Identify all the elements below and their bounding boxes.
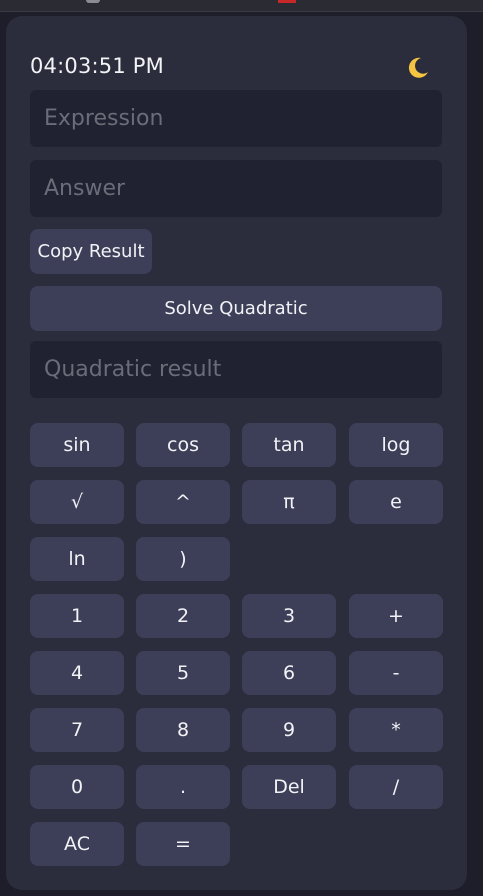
key-9[interactable]: 9 bbox=[242, 708, 336, 752]
key-8[interactable]: 8 bbox=[136, 708, 230, 752]
key-close-paren[interactable]: ) bbox=[136, 537, 230, 581]
answer-field[interactable] bbox=[30, 160, 442, 217]
key-sin[interactable]: sin bbox=[30, 423, 124, 467]
key-6[interactable]: 6 bbox=[242, 651, 336, 695]
answer-input[interactable] bbox=[42, 175, 430, 202]
key-5[interactable]: 5 bbox=[136, 651, 230, 695]
key-minus[interactable]: - bbox=[349, 651, 443, 695]
key-equals[interactable]: = bbox=[136, 822, 230, 866]
key-2[interactable]: 2 bbox=[136, 594, 230, 638]
calculator-card: 04:03:51 PM Copy Result Solve Quadratic … bbox=[6, 16, 467, 890]
crescent-moon-icon bbox=[408, 57, 428, 78]
tab-marker-red bbox=[278, 0, 296, 3]
key-multiply[interactable]: * bbox=[349, 708, 443, 752]
key-ln[interactable]: ln bbox=[30, 537, 124, 581]
key-sqrt[interactable]: √ bbox=[30, 480, 124, 524]
copy-result-button[interactable]: Copy Result bbox=[30, 229, 152, 274]
key-power[interactable]: ^ bbox=[136, 480, 230, 524]
key-plus[interactable]: + bbox=[349, 594, 443, 638]
key-1[interactable]: 1 bbox=[30, 594, 124, 638]
solve-quadratic-button[interactable]: Solve Quadratic bbox=[30, 286, 442, 331]
expression-input[interactable] bbox=[42, 105, 430, 132]
key-0[interactable]: 0 bbox=[30, 765, 124, 809]
quadratic-result-input[interactable] bbox=[42, 356, 430, 383]
key-delete[interactable]: Del bbox=[242, 765, 336, 809]
key-4[interactable]: 4 bbox=[30, 651, 124, 695]
expression-field[interactable] bbox=[30, 90, 442, 147]
key-log[interactable]: log bbox=[349, 423, 443, 467]
key-7[interactable]: 7 bbox=[30, 708, 124, 752]
key-e[interactable]: e bbox=[349, 480, 443, 524]
tab-marker bbox=[86, 0, 100, 3]
key-pi[interactable]: π bbox=[242, 480, 336, 524]
key-3[interactable]: 3 bbox=[242, 594, 336, 638]
key-cos[interactable]: cos bbox=[136, 423, 230, 467]
key-divide[interactable]: / bbox=[349, 765, 443, 809]
browser-top-strip bbox=[0, 0, 483, 12]
quadratic-result-field[interactable] bbox=[30, 341, 442, 398]
key-all-clear[interactable]: AC bbox=[30, 822, 124, 866]
clock-display: 04:03:51 PM bbox=[30, 54, 164, 78]
key-tan[interactable]: tan bbox=[242, 423, 336, 467]
theme-toggle-button[interactable] bbox=[404, 54, 432, 82]
key-decimal[interactable]: . bbox=[136, 765, 230, 809]
